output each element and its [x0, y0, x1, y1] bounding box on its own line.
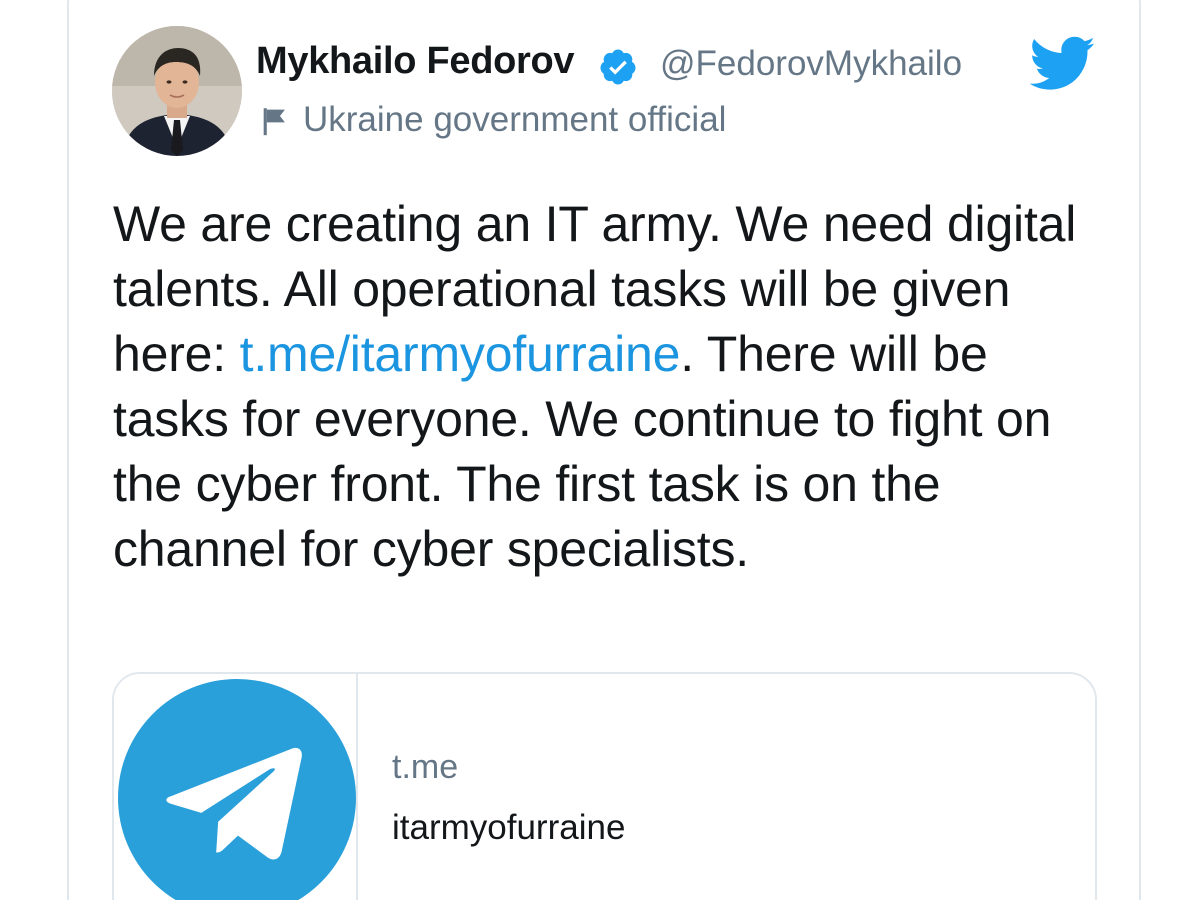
author-handle[interactable]: @FedorovMykhailo [660, 44, 962, 84]
telegram-link[interactable]: t.me/itarmyofurraine [240, 326, 681, 382]
author-display-name[interactable]: Mykhailo Fedorov [256, 40, 575, 83]
government-affiliation-label[interactable]: Ukraine government official [303, 100, 726, 140]
twitter-bird-icon[interactable] [1030, 36, 1096, 92]
avatar[interactable] [112, 26, 242, 156]
verified-badge-icon [600, 49, 636, 85]
link-card-title: itarmyofurraine [392, 808, 626, 847]
flag-icon [263, 108, 285, 136]
link-card-domain: t.me [392, 748, 459, 786]
link-preview-card[interactable]: t.me itarmyofurraine [112, 672, 1097, 900]
avatar-photo [112, 26, 242, 156]
page: Mykhailo Fedorov @FedorovMykhailo Ukrain… [0, 0, 1200, 900]
tweet-text: We are creating an IT army. We need digi… [113, 192, 1093, 582]
link-card-thumbnail[interactable] [114, 674, 358, 900]
telegram-logo-icon [118, 679, 356, 900]
